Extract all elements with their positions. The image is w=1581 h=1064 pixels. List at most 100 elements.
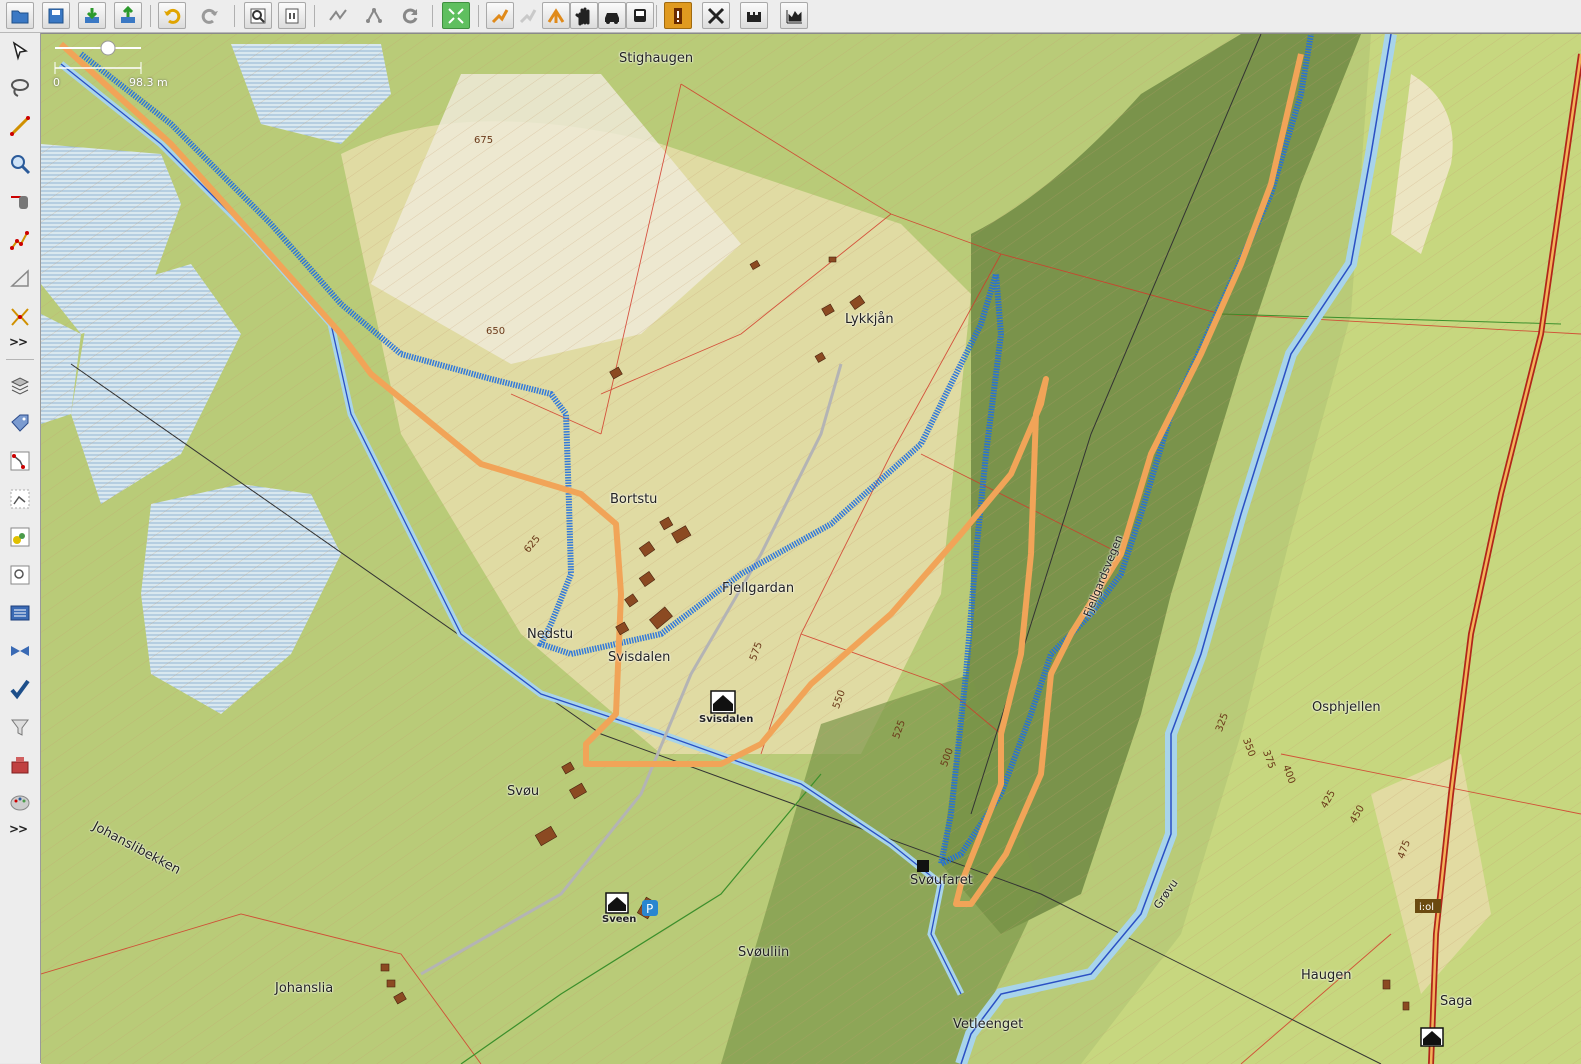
pan-button[interactable]: [570, 2, 598, 29]
tools-button[interactable]: [702, 2, 730, 29]
filter-icon: [11, 719, 29, 736]
place-label: Svøu: [507, 784, 540, 799]
improve-way-icon: [11, 196, 28, 209]
tourist-hut-icon[interactable]: [605, 892, 629, 914]
route-foot-button[interactable]: [486, 2, 514, 29]
relation-list-toggle[interactable]: [6, 447, 34, 475]
place-label: Stighaugen: [619, 51, 694, 66]
place-label: Svøuliin: [738, 945, 790, 960]
scale-end: 98.3 m: [129, 76, 168, 89]
imagery-button[interactable]: [740, 2, 768, 29]
undo-icon: [164, 8, 181, 24]
upload-icon: [121, 5, 135, 23]
place-label: Fjellgardan: [722, 581, 795, 596]
refresh-button[interactable]: [396, 2, 424, 29]
measure-tool[interactable]: [6, 264, 34, 292]
contour-lines: [41, 34, 1581, 1064]
tools-icon: [707, 7, 725, 24]
route-bicycle-button[interactable]: [514, 2, 542, 29]
relation-icon: [366, 7, 382, 23]
draw-icon: [10, 116, 30, 136]
lasso-icon: [11, 79, 29, 97]
cabin-icon[interactable]: [1420, 1027, 1444, 1047]
filter-map-toggle[interactable]: [6, 561, 34, 589]
place-label: Osphjellen: [1312, 700, 1381, 715]
scale-start: 0: [53, 76, 60, 89]
warning-button[interactable]: [664, 2, 692, 29]
open-file-button[interactable]: [6, 2, 34, 29]
select-tool[interactable]: [6, 37, 34, 65]
map-view[interactable]: P i:ol 0 98.3 m Stighaugen Lykkjån Borts…: [41, 33, 1581, 1064]
warning-icon: [674, 7, 682, 24]
filter-map-icon: [10, 565, 30, 585]
route-split-button[interactable]: [542, 2, 570, 29]
tourist-hut-icon[interactable]: [710, 690, 736, 714]
main-toolbar: [0, 0, 1581, 33]
bus-button[interactable]: [626, 2, 654, 29]
car-button[interactable]: [598, 2, 626, 29]
zoom-preferences-button[interactable]: [244, 2, 272, 29]
redo-icon: [201, 8, 218, 24]
zoom-icon: [11, 155, 31, 175]
more-toggle-dialogs[interactable]: >>: [9, 822, 28, 836]
poi-label: Svisdalen: [699, 714, 754, 725]
undo-button[interactable]: [158, 2, 186, 29]
route-bicycle-icon: [519, 8, 537, 23]
zoom-fit-icon: [448, 7, 464, 24]
layers-icon: [10, 377, 30, 395]
commandstack-icon: [10, 605, 30, 621]
upload-button[interactable]: [114, 2, 142, 29]
wireframe-button[interactable]: [324, 2, 352, 29]
split-icon: [11, 308, 29, 326]
selection-icon: [10, 489, 30, 509]
zoom-tool[interactable]: [6, 150, 34, 178]
tags-toggle[interactable]: [6, 409, 34, 437]
more-tools-toggle[interactable]: >>: [9, 335, 28, 349]
car-icon: [605, 12, 619, 24]
plugin-icon: [11, 757, 29, 774]
parking-icon[interactable]: P: [642, 900, 658, 916]
palette-icon: [10, 795, 30, 811]
place-label: Nedstu: [527, 627, 574, 642]
improve-way-tool[interactable]: [6, 188, 34, 216]
split-tool[interactable]: [6, 302, 34, 330]
place-label: Johanslia: [275, 981, 334, 996]
draw-tool[interactable]: [6, 112, 34, 140]
save-icon: [48, 8, 64, 23]
place-label: Bortstu: [610, 492, 658, 507]
command-stack-toggle[interactable]: [6, 599, 34, 627]
shop-icon[interactable]: i:ol: [1415, 899, 1441, 913]
place-label: Saga: [1440, 994, 1473, 1009]
bus-icon: [634, 8, 646, 22]
bus-stop-icon[interactable]: [917, 860, 929, 872]
download-button[interactable]: [78, 2, 106, 29]
selection-list-toggle[interactable]: [6, 485, 34, 513]
save-button[interactable]: [42, 2, 70, 29]
poi-label: Sveen: [602, 914, 637, 925]
parallel-tool[interactable]: [6, 226, 34, 254]
left-toolbar: >> >>: [0, 33, 41, 1063]
palette-toggle[interactable]: [6, 789, 34, 817]
lasso-tool[interactable]: [6, 74, 34, 102]
conflict-list-toggle[interactable]: [6, 637, 34, 665]
map-canvas[interactable]: P i:ol: [41, 34, 1581, 1064]
zoom-to-data-button[interactable]: [442, 2, 470, 29]
validate-icon: [10, 679, 30, 700]
layers-icon: [747, 11, 761, 22]
contour-label: 675: [474, 135, 494, 146]
svg-text:P: P: [646, 902, 653, 916]
relation-icon: [10, 451, 30, 471]
tag-icon: [11, 414, 29, 432]
layer-list-toggle[interactable]: [6, 371, 34, 399]
relation-button[interactable]: [360, 2, 388, 29]
preferences-button[interactable]: [278, 2, 306, 29]
plugin-toggle[interactable]: [6, 751, 34, 779]
elevation-profile-button[interactable]: [780, 2, 808, 29]
map-paint-icon: [10, 527, 30, 547]
redo-button[interactable]: [196, 2, 224, 29]
filter-toggle[interactable]: [6, 713, 34, 741]
place-label: Vetleenget: [953, 1017, 1024, 1032]
download-icon: [85, 7, 99, 23]
map-paint-toggle[interactable]: [6, 523, 34, 551]
validation-toggle[interactable]: [6, 675, 34, 703]
